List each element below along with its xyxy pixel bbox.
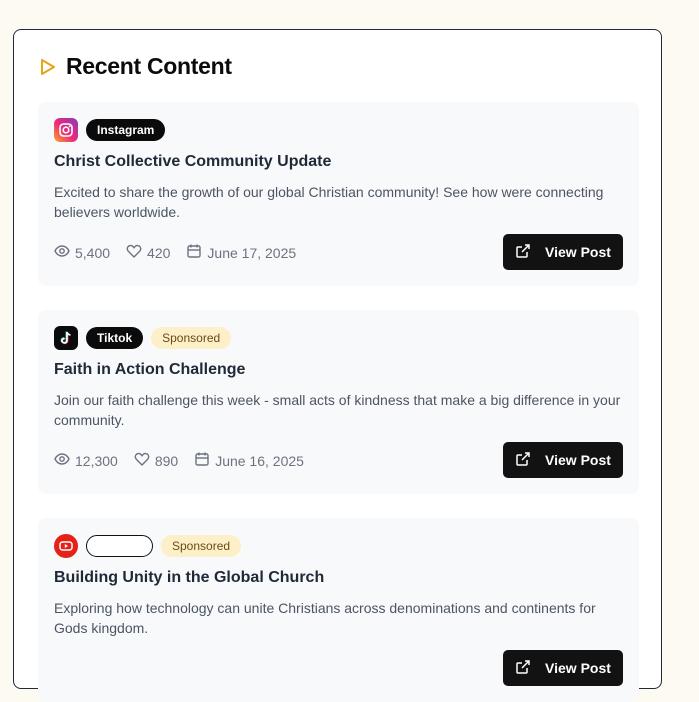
platform-badge: Tiktok <box>86 327 144 349</box>
tiktok-icon <box>54 326 78 350</box>
post-title: Building Unity in the Global Church <box>54 569 325 586</box>
sponsored-badge: Sponsored <box>161 535 242 557</box>
play-icon <box>40 58 56 76</box>
platform-badge: Instagram <box>86 119 166 141</box>
views-count: 5,400 <box>75 244 111 261</box>
content-card: Sponsored Building Unity in the Global C… <box>38 518 639 702</box>
eye-icon <box>54 243 70 262</box>
post-description: Join our faith challenge this week - sma… <box>54 392 621 428</box>
views-count: 12,300 <box>75 452 118 469</box>
post-stats: 12,300 890 June 16, 2025 <box>54 451 304 470</box>
external-link-icon <box>515 451 531 470</box>
calendar-icon <box>194 451 210 470</box>
eye-icon <box>54 451 70 470</box>
external-link-icon <box>515 243 531 262</box>
section-title: Recent Content <box>66 53 232 79</box>
platform-badge <box>86 535 153 557</box>
view-post-button[interactable]: View Post <box>503 650 623 686</box>
post-date: June 17, 2025 <box>207 244 297 261</box>
post-description: Exploring how technology can unite Chris… <box>54 600 596 636</box>
calendar-icon <box>186 243 202 262</box>
sponsored-badge: Sponsored <box>151 327 232 349</box>
heart-icon <box>134 451 150 470</box>
instagram-icon <box>54 118 78 142</box>
youtube-icon <box>54 534 78 558</box>
view-post-button[interactable]: View Post <box>503 234 623 270</box>
post-title: Faith in Action Challenge <box>54 361 246 378</box>
section-header: Recent Content <box>40 53 232 80</box>
view-post-label: View Post <box>545 244 611 260</box>
likes-count: 420 <box>147 244 171 261</box>
likes-count: 890 <box>154 452 179 469</box>
heart-icon <box>126 243 142 262</box>
content-card: Instagram Christ Collective Community Up… <box>38 102 639 286</box>
post-date: June 16, 2025 <box>215 452 304 469</box>
post-title: Christ Collective Community Update <box>54 153 332 170</box>
view-post-button[interactable]: View Post <box>503 442 623 478</box>
recent-content-panel: Recent Content Instagram Christ Collecti… <box>13 29 662 702</box>
post-description: Excited to share the growth of our globa… <box>54 184 604 220</box>
view-post-label: View Post <box>545 452 611 468</box>
post-stats: 5,400 420 June 17, 2025 <box>54 243 296 262</box>
content-card: Tiktok Sponsored Faith in Action Challen… <box>38 310 639 494</box>
external-link-icon <box>515 659 531 678</box>
view-post-label: View Post <box>545 660 611 676</box>
